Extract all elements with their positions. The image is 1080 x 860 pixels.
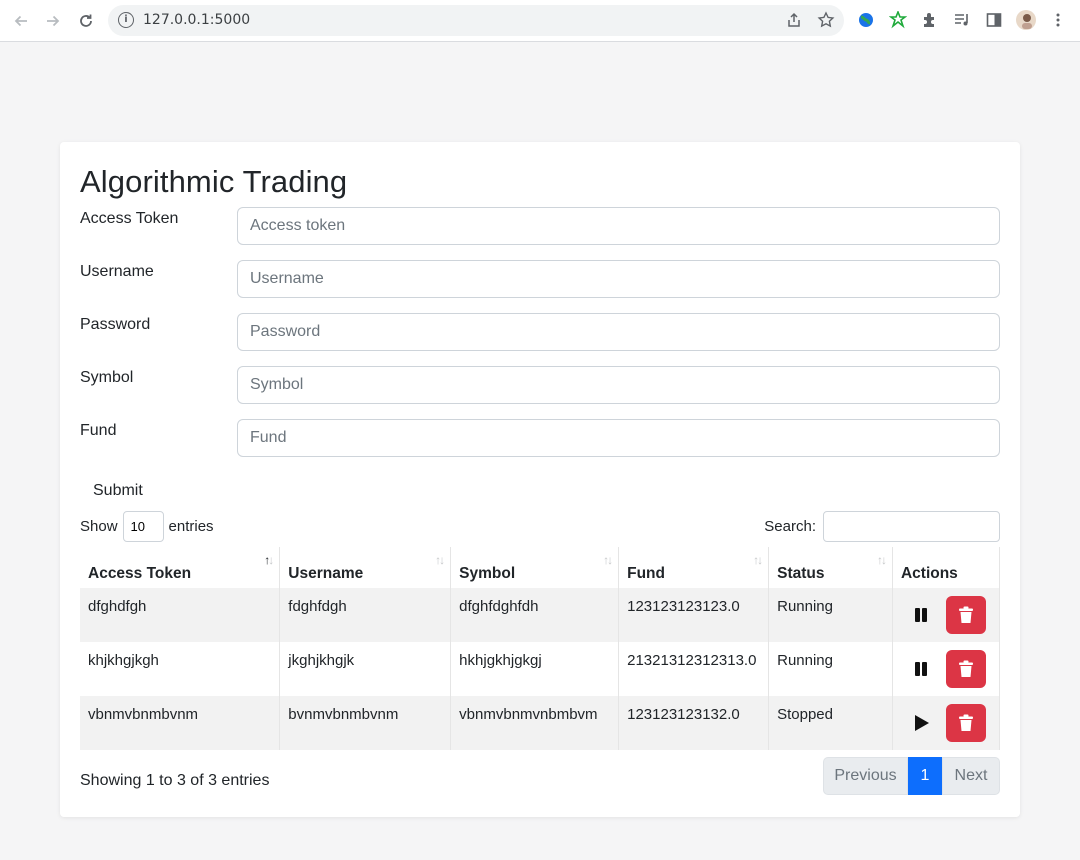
fund-row: Fund [80,419,1000,457]
table-header-row: Access Token ↑↓ Username ↑↓ Symbol ↑↓ Fu… [80,547,1001,588]
column-header-username[interactable]: Username ↑↓ [279,547,452,588]
password-label: Password [80,316,151,333]
fund-input[interactable] [237,419,1000,457]
access-token-input[interactable] [237,207,1000,245]
column-header-fund[interactable]: Fund ↑↓ [618,547,770,588]
extensions-icon[interactable] [919,9,941,31]
table-row: khjkhgjkgh jkghjkhgjk hkhjgkhjgkgj 21321… [80,642,1001,696]
cell-access-token: vbnmvbnmbvnm [80,696,281,750]
sort-icon: ↑↓ [753,553,763,567]
username-row: Username [80,260,1000,298]
column-header-label: Status [777,565,825,582]
cell-status: Running [768,588,893,642]
previous-page-button[interactable]: Previous [823,757,908,795]
column-header-label: Access Token [88,565,192,582]
access-token-row: Access Token [80,207,1000,245]
cell-symbol: dfghfdghfdh [450,588,620,642]
symbol-label: Symbol [80,369,134,386]
browser-menu-icon[interactable] [1047,9,1069,31]
share-icon[interactable] [784,10,804,30]
column-header-label: Username [288,565,364,582]
symbol-row: Symbol [80,366,1000,404]
show-label: Show [80,517,118,535]
sort-icon: ↑↓ [876,553,887,567]
table-info: Showing 1 to 3 of 3 entries [80,772,270,789]
media-control-icon[interactable] [951,9,973,31]
cell-username: jkghjkhgjk [279,642,452,696]
extension-puzzle-green-icon[interactable] [887,9,909,31]
column-header-label: Actions [900,565,958,582]
cell-symbol: vbnmvbnmvnbmbvm [450,696,620,750]
delete-button[interactable] [945,650,986,688]
symbol-input[interactable] [237,366,1000,404]
pause-icon [914,608,927,622]
sort-icon: ↑↓ [435,553,445,567]
pagination: Previous 1 Next [823,757,1000,795]
sort-ascending-icon: ↑↓ [264,553,274,567]
cell-status: Running [768,642,893,696]
fund-label: Fund [80,422,117,439]
page-title: Algorithmic Trading [80,164,348,199]
side-panel-icon[interactable] [983,9,1005,31]
play-button[interactable] [901,704,941,742]
next-page-button[interactable]: Next [942,757,1000,795]
column-header-symbol[interactable]: Symbol ↑↓ [450,547,620,588]
password-input[interactable] [237,313,1000,351]
reload-icon[interactable] [74,9,98,33]
trash-icon [958,606,973,623]
address-bar[interactable]: i 127.0.0.1:5000 [108,5,844,36]
column-header-access-token[interactable]: Access Token ↑↓ [80,547,281,588]
table-search: Search: [764,510,1000,542]
search-input[interactable] [823,510,1000,542]
column-header-label: Symbol [459,565,516,582]
pause-button[interactable] [901,650,941,688]
column-header-label: Fund [627,565,665,582]
profile-avatar[interactable] [1015,9,1037,31]
url-text: 127.0.0.1:5000 [143,12,251,28]
site-info-icon[interactable]: i [118,12,134,28]
cell-actions [892,696,1001,750]
column-header-status[interactable]: Status ↑↓ [768,547,893,588]
cell-actions [892,588,1001,642]
sort-icon: ↑↓ [603,553,613,567]
cell-username: bvnmvbnmbvnm [279,696,452,750]
extension-globe-icon[interactable] [855,9,877,31]
main-card: Algorithmic Trading Access Token Usernam… [60,142,1020,817]
column-header-actions: Actions [892,547,1001,588]
entries-label: entries [168,517,214,535]
table-row: dfghdfgh fdghfdgh dfghfdghfdh 1231231231… [80,588,1001,642]
cell-actions [892,642,1001,696]
trash-icon [958,660,973,677]
trash-icon [958,714,973,731]
play-icon [914,715,929,731]
browser-toolbar: i 127.0.0.1:5000 [0,0,1080,42]
strategies-table: Access Token ↑↓ Username ↑↓ Symbol ↑↓ Fu… [80,547,1001,750]
cell-username: fdghfdgh [279,588,452,642]
bookmark-star-icon[interactable] [816,10,836,30]
forward-icon[interactable] [41,9,65,33]
entries-select[interactable]: 10 [122,510,164,542]
username-label: Username [80,263,154,280]
cell-status: Stopped [768,696,893,750]
cell-access-token: dfghdfgh [80,588,281,642]
table-row: vbnmvbnmbvnm bvnmvbnmbvnm vbnmvbnmvnbmbv… [80,696,1001,750]
cell-fund: 123123123132.0 [618,696,770,750]
cell-fund: 21321312312313.0 [618,642,770,696]
cell-fund: 123123123123.0 [618,588,770,642]
back-icon[interactable] [9,9,33,33]
delete-button[interactable] [945,596,986,634]
cell-access-token: khjkhgjkgh [80,642,281,696]
entries-length-control: Show 10 entries [80,510,214,542]
pause-icon [914,662,927,676]
search-label: Search: [764,517,816,535]
username-input[interactable] [237,260,1000,298]
password-row: Password [80,313,1000,351]
pause-button[interactable] [901,596,941,634]
submit-button[interactable]: Submit [80,478,156,504]
cell-symbol: hkhjgkhjgkgj [450,642,620,696]
access-token-label: Access Token [80,210,179,227]
delete-button[interactable] [945,704,986,742]
page-1-button[interactable]: 1 [908,757,942,795]
